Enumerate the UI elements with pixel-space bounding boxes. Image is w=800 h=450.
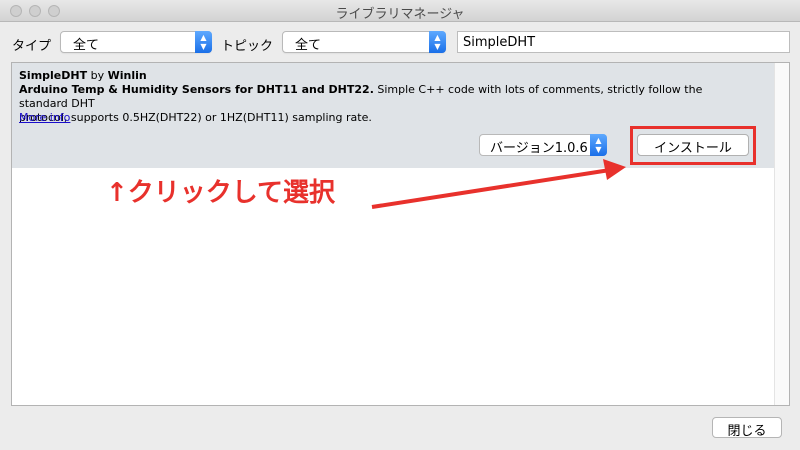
close-button[interactable]: 閉じる bbox=[712, 417, 782, 439]
annotation-arrow-icon bbox=[371, 159, 626, 209]
